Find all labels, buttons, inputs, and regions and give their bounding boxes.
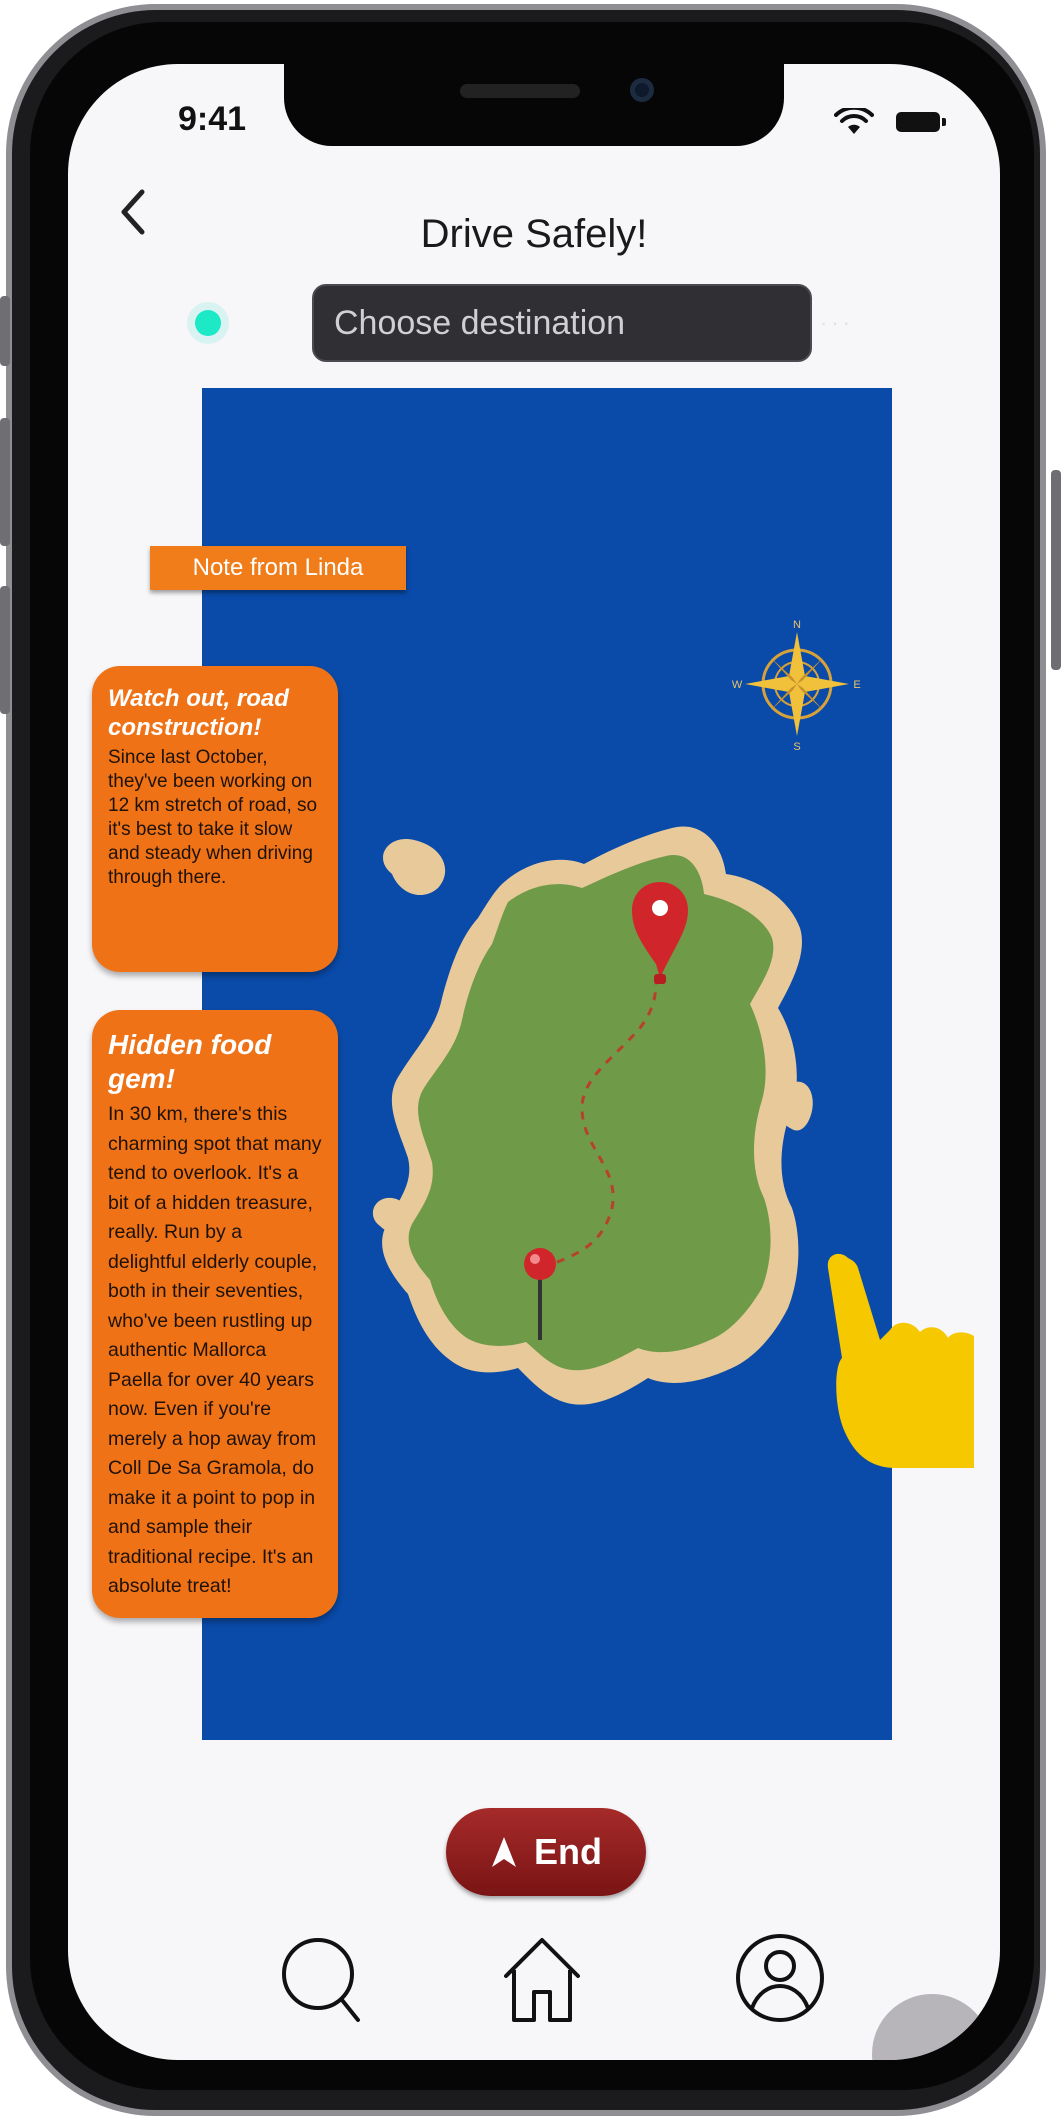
destination-input[interactable] — [312, 284, 812, 362]
mute-switch — [0, 296, 10, 366]
navigation-arrow-icon — [492, 1837, 516, 1867]
islet — [383, 839, 446, 896]
note-body: In 30 km, there's this charming spot tha… — [108, 1103, 322, 1597]
compass-e: E — [853, 679, 860, 691]
profile-icon[interactable] — [732, 1930, 828, 2026]
more-options-icon[interactable]: ··· — [820, 310, 860, 335]
island-land — [408, 854, 774, 1371]
volume-up-button — [0, 418, 10, 546]
status-icons — [828, 108, 948, 136]
note-title: Hidden food gem! — [108, 1029, 272, 1094]
search-icon[interactable] — [274, 1930, 370, 2026]
assistive-touch-button[interactable] — [872, 1994, 992, 2060]
road-construction-note[interactable]: Watch out, road construction! Since last… — [92, 666, 338, 972]
battery-icon — [896, 112, 946, 132]
note-title: Watch out, road construction! — [108, 685, 289, 741]
note-body: Since last October, they've been working… — [108, 747, 318, 888]
compass-rose-icon: N S W E — [732, 619, 861, 753]
compass-w: W — [732, 679, 743, 691]
status-time: 9:41 — [178, 100, 247, 138]
end-navigation-button[interactable]: End — [446, 1808, 646, 1896]
home-icon[interactable] — [494, 1930, 590, 2026]
power-button — [1051, 470, 1061, 670]
page-title: Drive Safely! — [420, 212, 648, 256]
compass-n: N — [793, 619, 801, 631]
notch — [284, 64, 784, 146]
screen: 9:41 Drive Safely! ··· — [68, 64, 1000, 2060]
front-camera — [630, 78, 654, 102]
note-from-linda-label: Note from Linda — [150, 546, 406, 590]
hidden-food-gem-note[interactable]: Hidden food gem! In 30 km, there's this … — [92, 1010, 338, 1618]
pointing-hand-icon — [827, 1253, 974, 1468]
earpiece-speaker — [460, 84, 580, 98]
end-button-label: End — [534, 1831, 602, 1872]
current-location-icon — [195, 310, 221, 336]
wifi-icon — [834, 108, 874, 134]
compass-s: S — [793, 741, 800, 753]
volume-down-button — [0, 586, 10, 714]
